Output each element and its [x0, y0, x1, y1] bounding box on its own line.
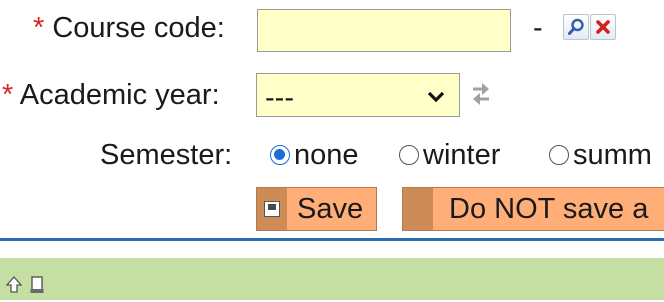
bottom-toolbar — [0, 258, 664, 300]
bookmark-icon — [30, 276, 44, 293]
course-code-input[interactable] — [257, 9, 511, 52]
clear-button[interactable] — [590, 14, 616, 40]
semester-option-summer-label: summ — [573, 139, 652, 171]
semester-option-winter-label: winter — [423, 139, 501, 171]
academic-year-selected: --- — [265, 82, 294, 114]
academic-year-select[interactable]: --- — [256, 73, 460, 117]
radio-summer[interactable] — [549, 145, 569, 165]
bookmark-button[interactable] — [30, 269, 44, 293]
semester-option-none-label: none — [294, 139, 359, 171]
required-mark: * — [2, 79, 14, 111]
academic-year-label: * Academic year: — [2, 79, 220, 111]
dont-save-button-label: Do NOT save a — [449, 192, 649, 225]
dont-save-button[interactable]: Do NOT save a — [402, 187, 664, 231]
required-mark: * — [33, 12, 45, 44]
floppy-icon — [264, 201, 280, 217]
range-separator: - — [533, 12, 543, 44]
radio-none[interactable] — [270, 145, 290, 165]
save-button[interactable]: Save — [256, 187, 377, 231]
clear-icon — [596, 20, 610, 34]
search-button[interactable] — [563, 14, 589, 40]
dont-save-button-icon-area — [403, 188, 433, 230]
semester-option-none[interactable]: none — [270, 137, 359, 173]
scroll-up-button[interactable] — [5, 269, 23, 293]
swap-arrows-icon — [473, 83, 489, 105]
swap-years-button[interactable] — [470, 80, 492, 108]
chevron-down-icon — [427, 91, 445, 103]
save-button-icon-area — [257, 188, 287, 230]
radio-winter[interactable] — [399, 145, 419, 165]
search-icon — [568, 18, 584, 35]
divider — [0, 238, 664, 241]
course-code-label: * Course code: — [33, 12, 225, 44]
semester-option-summer[interactable]: summ — [549, 137, 652, 173]
semester-option-winter[interactable]: winter — [399, 137, 500, 173]
semester-label: Semester: — [100, 139, 233, 171]
up-arrow-icon — [5, 276, 23, 293]
save-button-label: Save — [297, 192, 364, 225]
